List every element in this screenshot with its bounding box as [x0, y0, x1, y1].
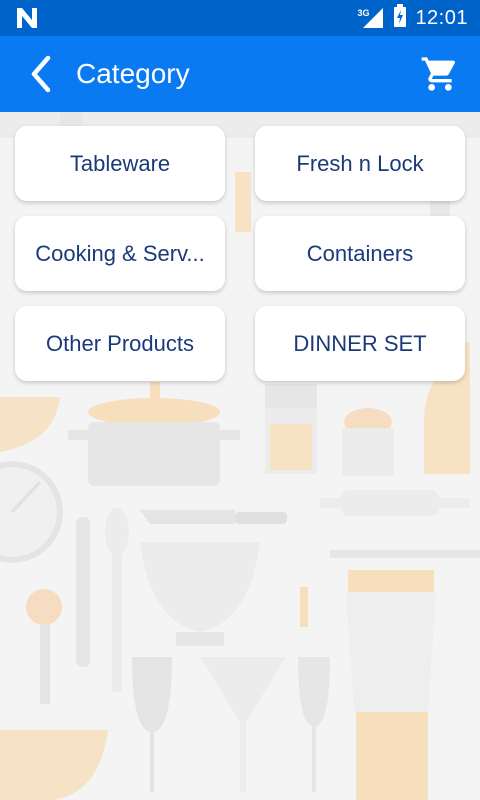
- category-card-tableware[interactable]: Tableware: [15, 126, 225, 201]
- category-label: Fresh n Lock: [296, 150, 424, 176]
- category-label: Tableware: [69, 150, 171, 176]
- status-icons: 3G 12:01: [357, 3, 468, 33]
- category-label: Other Products: [46, 330, 194, 356]
- category-grid: Tableware Fresh n Lock Cooking & Serv...…: [15, 126, 465, 381]
- category-card-containers[interactable]: Containers: [255, 216, 465, 291]
- cart-icon: [421, 57, 456, 91]
- category-card-cooking-serving[interactable]: Cooking & Serv...: [15, 216, 225, 291]
- category-label: Cooking & Serv...: [35, 240, 205, 266]
- category-label: DINNER SET: [293, 330, 427, 356]
- page-title: Category: [76, 58, 190, 89]
- category-content[interactable]: Tableware Fresh n Lock Cooking & Serv...…: [0, 112, 480, 800]
- app-bar: Category: [0, 36, 480, 112]
- status-time: 12:01: [415, 6, 468, 29]
- back-button[interactable]: [18, 52, 62, 96]
- notification-n-icon: [14, 6, 40, 30]
- category-label: Containers: [306, 240, 414, 266]
- category-card-dinner-set[interactable]: DINNER SET: [255, 306, 465, 381]
- category-card-fresh-n-lock[interactable]: Fresh n Lock: [255, 126, 465, 201]
- signal-icon: 3G: [357, 6, 385, 30]
- chevron-left-icon: [31, 55, 51, 93]
- status-bar: 3G 12:01: [0, 0, 480, 36]
- battery-charging-icon: [393, 3, 407, 33]
- category-card-other-products[interactable]: Other Products: [15, 306, 225, 381]
- cart-button[interactable]: [418, 52, 462, 96]
